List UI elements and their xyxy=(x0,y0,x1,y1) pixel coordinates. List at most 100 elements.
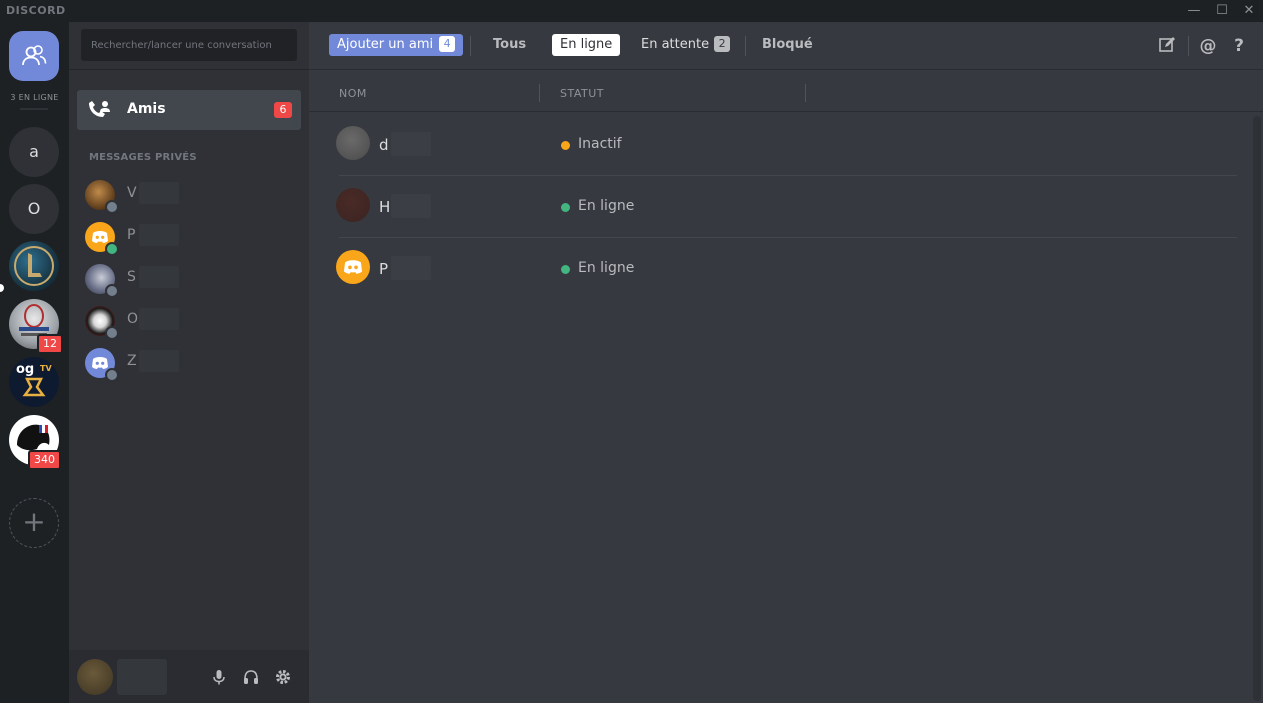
friends-main-panel: Ajouter un ami 4 Tous En ligne En attente… xyxy=(309,22,1263,703)
online-count: 3 EN LIGNE xyxy=(10,93,59,102)
close-button[interactable]: ✕ xyxy=(1239,2,1259,20)
tab-separator xyxy=(745,36,746,56)
app-brand: DISCORD xyxy=(6,4,66,17)
friend-row[interactable]: d Inactif xyxy=(336,114,1237,176)
icon-separator xyxy=(1188,36,1189,56)
status-indicator xyxy=(105,326,119,340)
friend-avatar xyxy=(336,126,370,160)
guild-o[interactable]: O xyxy=(9,184,59,234)
tab-online[interactable]: En ligne xyxy=(552,34,621,56)
tab-add-friend[interactable]: Ajouter un ami 4 xyxy=(329,34,464,56)
status-indicator xyxy=(105,368,119,382)
pending-count-badge: 2 xyxy=(714,36,731,52)
friends-phone-icon xyxy=(87,99,111,125)
redacted-username xyxy=(117,659,167,695)
friends-list-scrollbar[interactable] xyxy=(1253,116,1261,701)
sidebar-divider xyxy=(69,69,309,70)
redacted-name xyxy=(391,256,431,280)
add-server-button[interactable]: + xyxy=(9,498,59,548)
guild-a[interactable]: a xyxy=(9,127,59,177)
tab-separator xyxy=(470,36,471,56)
tab-blocked[interactable]: Bloqué xyxy=(754,34,821,56)
status-dot-online xyxy=(561,265,570,274)
friend-row[interactable]: P En ligne xyxy=(336,238,1237,300)
help-icon[interactable]: ? xyxy=(1229,36,1249,56)
friends-pending-badge: 6 xyxy=(274,102,292,118)
friends-icon xyxy=(22,45,47,66)
dm-item[interactable]: P xyxy=(83,220,293,256)
redacted-name xyxy=(391,194,431,218)
tab-add-friend-label: Ajouter un ami xyxy=(337,37,434,52)
user-panel xyxy=(69,650,309,703)
guild-rail: 3 EN LIGNE a O 12 og TV 340 + xyxy=(0,22,69,703)
friends-column-header: NOM STATUT xyxy=(309,70,1263,112)
tab-all[interactable]: Tous xyxy=(485,34,534,56)
microphone-icon[interactable] xyxy=(210,668,228,686)
friend-status: En ligne xyxy=(578,260,635,276)
status-indicator xyxy=(105,242,119,256)
discord-default-avatar-icon xyxy=(343,260,363,274)
dm-name: P xyxy=(127,227,136,243)
add-friend-count-badge: 4 xyxy=(439,36,456,52)
friend-name: d xyxy=(379,136,389,154)
discord-app: DISCORD — ☐ ✕ 3 EN LIGNE a O 12 og TV 34… xyxy=(0,0,1263,703)
dm-name: S xyxy=(127,269,136,285)
dm-name: O xyxy=(127,311,139,327)
tab-pending[interactable]: En attente 2 xyxy=(633,34,738,56)
friend-avatar xyxy=(336,188,370,222)
maximize-button[interactable]: ☐ xyxy=(1212,2,1232,20)
column-separator xyxy=(805,84,806,102)
redacted-name xyxy=(139,350,179,372)
dm-name: V xyxy=(127,185,137,201)
column-name[interactable]: NOM xyxy=(339,87,367,100)
redacted-name xyxy=(139,182,179,204)
status-indicator xyxy=(105,200,119,214)
redacted-name xyxy=(139,266,179,288)
guild-esports-mention-badge: 12 xyxy=(37,334,63,354)
search-box[interactable] xyxy=(81,29,297,61)
new-group-dm-icon[interactable] xyxy=(1157,36,1177,56)
ogtv-logo-icon: og TV xyxy=(16,362,52,397)
conversation-search-input[interactable] xyxy=(81,29,297,61)
dm-item[interactable]: Z xyxy=(83,346,293,382)
status-dot-idle xyxy=(561,141,570,150)
friends-tab-bar: Ajouter un ami 4 Tous En ligne En attente… xyxy=(309,22,1263,70)
selected-guild-indicator xyxy=(0,284,4,292)
status-indicator xyxy=(105,284,119,298)
title-bar: DISCORD — ☐ ✕ xyxy=(0,0,1263,22)
dm-section-header: MESSAGES PRIVÉS xyxy=(89,152,197,163)
friend-name: P xyxy=(379,260,389,278)
guild-white-mention-badge: 340 xyxy=(28,450,61,470)
guild-ogtv[interactable]: og TV xyxy=(9,357,59,407)
dm-item[interactable]: V xyxy=(83,178,293,214)
redacted-name xyxy=(391,132,431,156)
headphones-icon[interactable] xyxy=(242,668,260,686)
status-dot-online xyxy=(561,203,570,212)
redacted-name xyxy=(139,224,179,246)
redacted-name xyxy=(139,308,179,330)
dm-item[interactable]: O xyxy=(83,304,293,340)
friend-row[interactable]: H En ligne xyxy=(336,176,1237,238)
friends-label: Amis xyxy=(127,101,166,117)
svg-text:TV: TV xyxy=(40,364,52,373)
dm-sidebar: Amis 6 MESSAGES PRIVÉS V P xyxy=(69,22,309,703)
minimize-button[interactable]: — xyxy=(1184,2,1204,20)
svg-text:og: og xyxy=(16,362,34,377)
mentions-icon[interactable]: @ xyxy=(1198,36,1218,56)
guild-league-of-legends[interactable] xyxy=(9,241,59,291)
dm-item[interactable]: S xyxy=(83,262,293,298)
rail-divider xyxy=(20,108,48,110)
tab-pending-label: En attente xyxy=(641,37,710,52)
friend-name: H xyxy=(379,198,391,216)
sidebar-item-friends[interactable]: Amis 6 xyxy=(77,90,301,130)
column-separator xyxy=(539,84,540,102)
friend-status: En ligne xyxy=(578,198,635,214)
user-avatar[interactable] xyxy=(77,659,113,695)
dm-name: Z xyxy=(127,353,137,369)
column-status[interactable]: STATUT xyxy=(560,87,604,100)
league-logo-icon xyxy=(14,246,54,286)
settings-gear-icon[interactable] xyxy=(274,668,292,686)
friend-avatar xyxy=(336,250,370,284)
friend-status: Inactif xyxy=(578,136,622,152)
friends-home-button[interactable] xyxy=(9,31,59,81)
